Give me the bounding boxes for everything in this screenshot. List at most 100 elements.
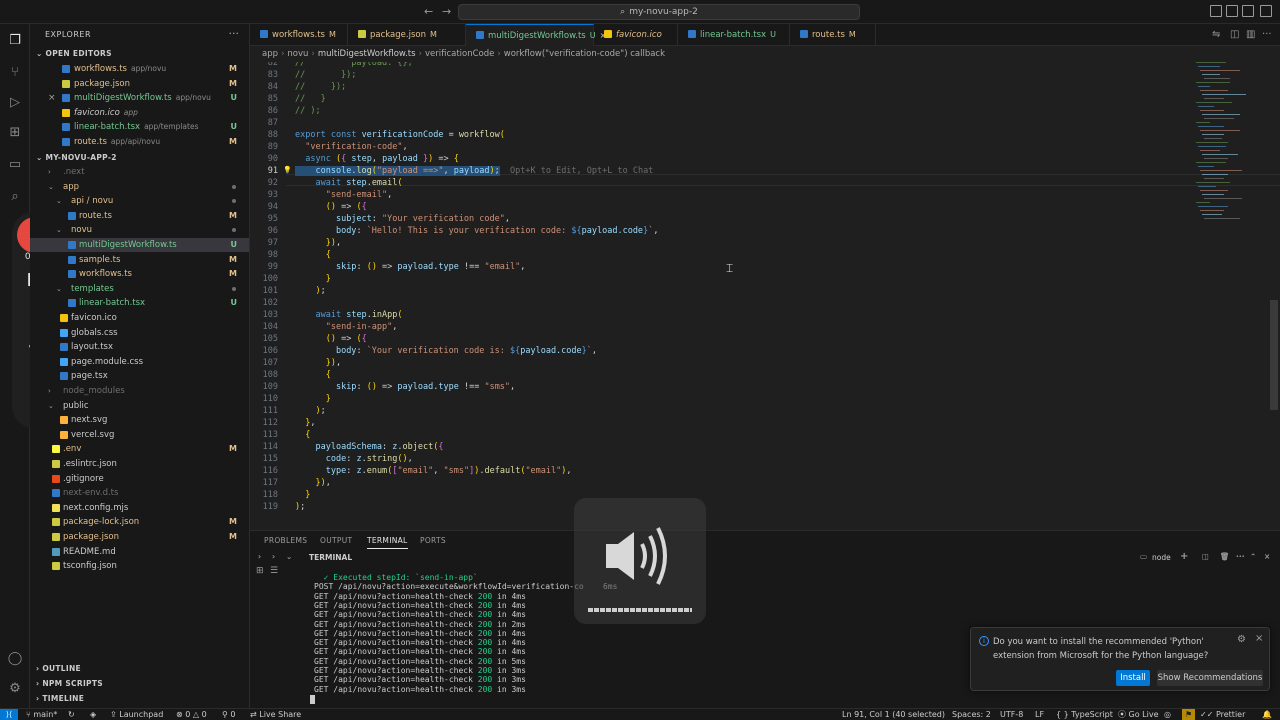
customize-layout-icon[interactable] — [1260, 5, 1272, 17]
encoding[interactable]: UTF-8 — [1000, 709, 1023, 720]
explorer-icon[interactable]: ❐ — [6, 32, 24, 50]
tab-problems[interactable]: PROBLEMS — [264, 536, 307, 545]
breadcrumb-item[interactable]: app — [262, 49, 278, 59]
file-item[interactable]: next.svg — [30, 413, 249, 427]
file-item[interactable]: tsconfig.json — [30, 559, 249, 573]
file-item[interactable]: route.ts M — [30, 209, 249, 223]
indentation[interactable]: Spaces: 2 — [952, 709, 991, 720]
file-item[interactable]: next-env.d.ts — [30, 486, 249, 500]
terminal-list-icon[interactable]: ☰ — [270, 566, 278, 576]
file-item[interactable]: workflows.ts M — [30, 267, 249, 281]
tab-workflows-ts[interactable]: workflows.ts M — [250, 24, 348, 46]
chevron-down-icon[interactable]: ⌄ — [286, 552, 292, 561]
open-editors-header[interactable]: ⌄ OPEN EDITORS — [36, 49, 112, 58]
split-terminal-icon[interactable]: ◫ — [1202, 552, 1209, 561]
toggle-panel-icon[interactable] — [1226, 5, 1238, 17]
remote-indicator-icon[interactable]: ⟩⟨ — [0, 709, 18, 720]
lightbulb-icon[interactable]: 💡 — [283, 166, 292, 174]
cursor-position[interactable]: Ln 91, Col 1 (40 selected) — [842, 709, 945, 720]
back-arrow-icon[interactable]: ← — [424, 5, 433, 18]
more-actions-icon[interactable]: ··· — [229, 27, 240, 40]
file-item[interactable]: multiDigestWorkflow.ts U — [30, 238, 249, 252]
forward-arrow-icon[interactable]: → — [442, 5, 451, 18]
project-header[interactable]: ⌄ MY-NOVU-APP-2 — [36, 153, 117, 162]
folder-item[interactable]: ⌄ app — [30, 180, 249, 194]
chevron-right-icon[interactable]: › — [48, 165, 51, 179]
maximize-panel-icon[interactable]: ⌃ — [1250, 552, 1256, 561]
gear-icon[interactable]: ⚙ — [1237, 634, 1246, 645]
live-share-item[interactable]: ⇄ Live Share — [250, 709, 301, 720]
sync-icon[interactable]: ↻ — [68, 709, 75, 720]
toggle-sidebar-icon[interactable] — [1210, 5, 1222, 17]
run-debug-icon[interactable]: ▷ — [6, 94, 24, 112]
chevron-right-icon[interactable]: › — [272, 552, 275, 561]
file-item[interactable]: vercel.svg — [30, 428, 249, 442]
chevron-down-icon[interactable]: ⌄ — [56, 282, 62, 296]
folder-item[interactable]: › node_modules — [30, 384, 249, 398]
chevron-right-icon[interactable]: › — [48, 384, 51, 398]
remote-explorer-icon[interactable]: ▭ — [6, 156, 24, 174]
breadcrumb-item[interactable]: verificationCode — [425, 49, 494, 59]
more-actions-icon[interactable]: ··· — [1236, 552, 1245, 561]
open-changes-icon[interactable]: ◫ — [1230, 29, 1239, 40]
open-editor-item[interactable]: linear-batch.tsx app/templates U — [30, 120, 249, 134]
file-item[interactable]: package.json M — [30, 530, 249, 544]
tab-ports[interactable]: PORTS — [420, 536, 446, 545]
folder-item[interactable]: ⌄ novu — [30, 223, 249, 237]
source-control-icon[interactable]: ⑂ — [6, 64, 24, 82]
install-button[interactable]: Install — [1116, 670, 1150, 686]
file-item[interactable]: package-lock.json M — [30, 515, 249, 529]
problems-indicator[interactable]: ⊗ 0 △ 0 — [176, 709, 207, 720]
chevron-down-icon[interactable]: ⌄ — [56, 194, 62, 208]
breadcrumb-item[interactable]: workflow("verification-code") callback — [504, 49, 665, 59]
file-item[interactable]: .gitignore — [30, 472, 249, 486]
toggle-secondary-sidebar-icon[interactable] — [1242, 5, 1254, 17]
chevron-down-icon[interactable]: ⌄ — [56, 223, 62, 237]
chevron-right-icon[interactable]: › — [258, 552, 261, 561]
outline-section-header[interactable]: › OUTLINE — [36, 664, 81, 673]
open-editor-item[interactable]: × multiDigestWorkflow.ts app/novu U — [30, 91, 249, 105]
editor-scrollbar[interactable] — [1270, 300, 1278, 410]
file-item[interactable]: globals.css — [30, 326, 249, 340]
chevron-down-icon[interactable]: ⌄ — [48, 180, 54, 194]
file-item[interactable]: .env M — [30, 442, 249, 456]
code-editor[interactable]: 82 // payload: {}, 83 // }); 84 // }); 85 // } 8… — [250, 62, 1280, 530]
file-item[interactable]: page.module.css — [30, 355, 249, 369]
command-center-search[interactable]: ⌕ my-novu-app-2 — [458, 4, 860, 20]
open-editor-item[interactable]: workflows.ts app/novu M — [30, 62, 249, 76]
ports-indicator[interactable]: ⚲ 0 — [222, 709, 236, 720]
launchpad-item[interactable]: ⇪ Launchpad — [110, 709, 163, 720]
line-ending[interactable]: LF — [1035, 709, 1044, 720]
open-editor-item[interactable]: route.ts app/api/novu M — [30, 135, 249, 149]
close-icon[interactable]: × — [48, 91, 56, 105]
folder-item[interactable]: ⌄ public — [30, 399, 249, 413]
folder-item[interactable]: ⌄ api / novu — [30, 194, 249, 208]
tab-terminal[interactable]: TERMINAL — [367, 536, 408, 549]
file-item[interactable]: favicon.ico — [30, 311, 249, 325]
kill-terminal-icon[interactable]: 🗑 — [1220, 552, 1230, 561]
close-icon[interactable]: × — [1255, 633, 1263, 644]
terminal-shell-name[interactable]: node — [1152, 553, 1171, 562]
folder-item[interactable]: › .next — [30, 165, 249, 179]
tab-favicon-ico[interactable]: favicon.ico — [594, 24, 678, 46]
file-item[interactable]: sample.ts M — [30, 253, 249, 267]
file-item[interactable]: README.md — [30, 545, 249, 559]
copilot-icon[interactable]: ◎ — [1164, 709, 1171, 720]
extensions-icon[interactable]: ⊞ — [6, 124, 24, 142]
new-terminal-icon[interactable]: + — [1180, 551, 1188, 562]
breadcrumb-item[interactable]: novu — [287, 49, 308, 59]
gitlens-icon[interactable]: ◈ — [90, 709, 96, 720]
show-recommendations-button[interactable]: Show Recommendations — [1157, 670, 1263, 686]
timeline-section-header[interactable]: › TIMELINE — [36, 694, 84, 703]
chevron-down-icon[interactable]: ⌄ — [48, 399, 54, 413]
close-panel-icon[interactable]: × — [1264, 552, 1270, 561]
settings-gear-icon[interactable]: ⚙ — [6, 680, 24, 698]
go-live-item[interactable]: ⦿ Go Live — [1118, 709, 1159, 720]
open-editor-item[interactable]: package.json M — [30, 77, 249, 91]
more-actions-icon[interactable]: ··· — [1262, 29, 1272, 40]
tab-output[interactable]: OUTPUT — [320, 536, 352, 545]
tab-package-json[interactable]: package.json M — [348, 24, 466, 46]
tab-linear-batch-tsx[interactable]: linear-batch.tsx U — [678, 24, 790, 46]
tab-multidigestworkflow-ts[interactable]: multiDigestWorkflow.ts U × — [466, 24, 606, 46]
warning-badge-icon[interactable]: ⚑ — [1182, 709, 1196, 720]
